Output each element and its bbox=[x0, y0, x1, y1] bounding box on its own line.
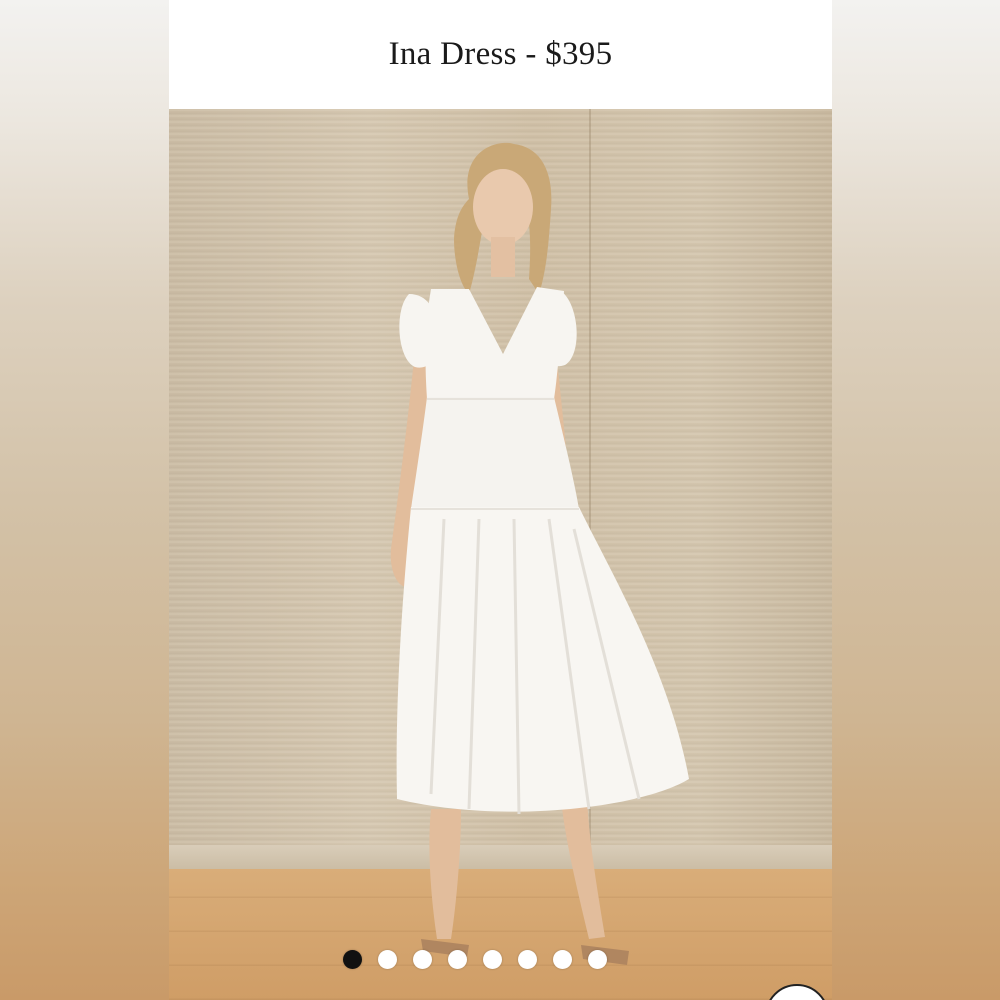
carousel-dot[interactable] bbox=[517, 949, 537, 969]
dress-skirt-lower bbox=[396, 507, 689, 812]
neck bbox=[491, 237, 515, 277]
blurred-backdrop-right bbox=[832, 0, 1000, 1000]
dress-bodice bbox=[425, 287, 564, 399]
carousel-dot[interactable] bbox=[587, 949, 607, 969]
dress-skirt-upper bbox=[411, 397, 579, 509]
carousel-dot[interactable] bbox=[447, 949, 467, 969]
carousel-indicator bbox=[169, 944, 806, 974]
carousel-dot[interactable] bbox=[552, 949, 572, 969]
blurred-backdrop-left bbox=[0, 0, 169, 1000]
product-screen: Ina Dress - $395 bbox=[169, 0, 832, 1000]
carousel-dot[interactable] bbox=[412, 949, 432, 969]
carousel-dot[interactable] bbox=[377, 949, 397, 969]
product-title: Ina Dress - $395 bbox=[388, 35, 613, 72]
face bbox=[473, 169, 533, 245]
product-photo[interactable] bbox=[169, 109, 832, 1000]
carousel-dot[interactable] bbox=[482, 949, 502, 969]
left-leg bbox=[429, 809, 461, 939]
right-leg bbox=[561, 799, 605, 939]
carousel-dot[interactable] bbox=[342, 949, 362, 969]
model-in-white-dress bbox=[390, 142, 689, 965]
